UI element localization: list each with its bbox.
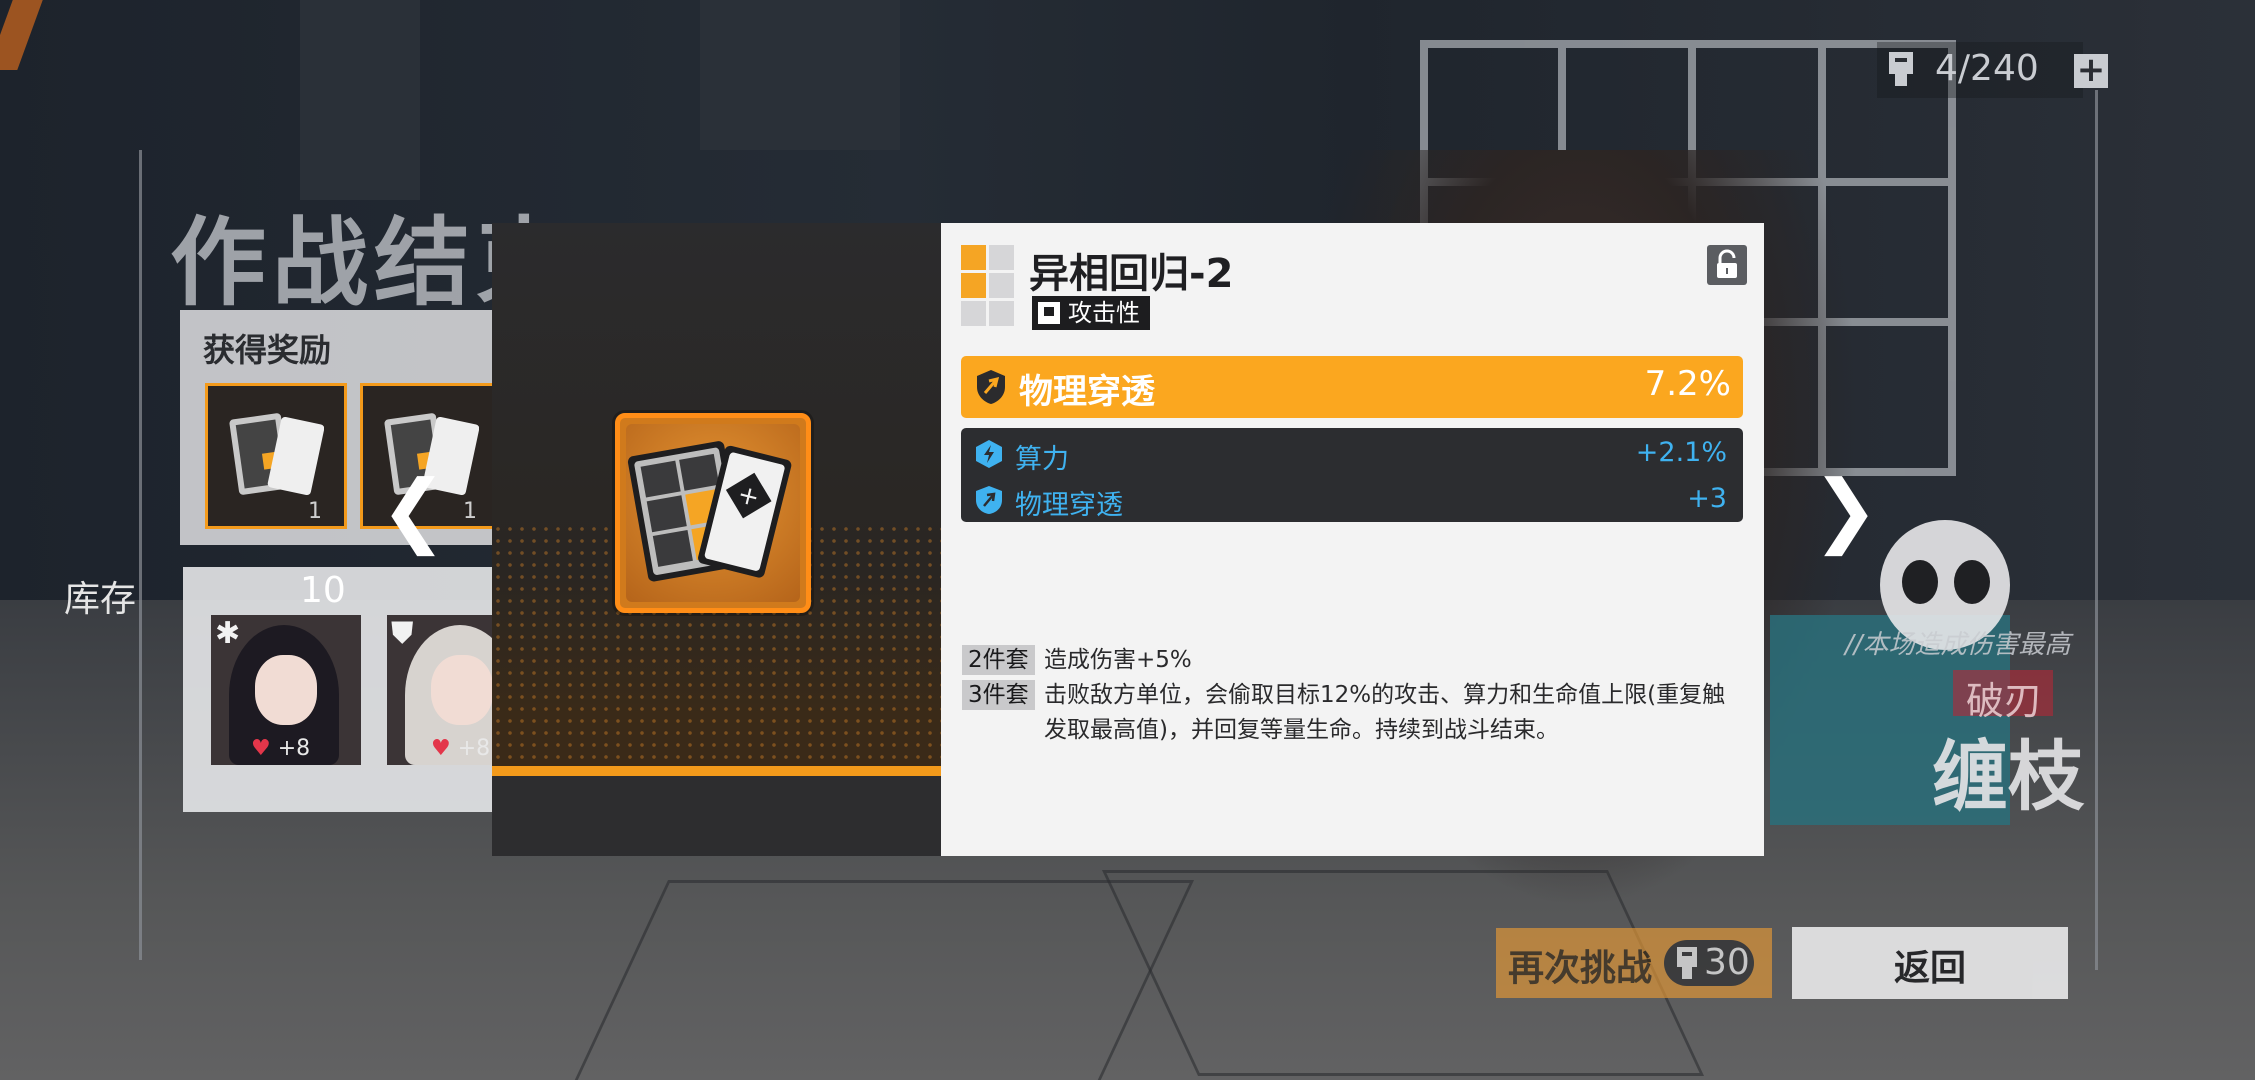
item-type-tag: 攻击性 bbox=[1032, 296, 1150, 330]
set-bonus-row: 2件套 造成伤害+5% bbox=[962, 643, 1192, 678]
asterisk-icon: ✱ bbox=[215, 616, 241, 651]
sub-stat-name: 物理穿透 bbox=[1015, 490, 1123, 521]
reward-item[interactable]: 1 bbox=[205, 383, 347, 529]
lock-toggle-button[interactable] bbox=[1707, 245, 1747, 285]
reward-count: 1 bbox=[463, 499, 477, 524]
item-name: 异相回归-2 bbox=[1029, 251, 1234, 297]
set-bonus-text: 造成伤害+5% bbox=[1044, 647, 1192, 673]
mvp-name: 缠枝 bbox=[1932, 732, 2084, 821]
heart-icon: ♥ bbox=[251, 736, 271, 761]
set-bonus-badge: 3件套 bbox=[962, 680, 1035, 710]
mvp-caption: //本场造成伤害最高 bbox=[1845, 630, 2071, 660]
main-stat-bar: 物理穿透 7.2% bbox=[961, 356, 1743, 418]
set-bonus-row: 3件套 击败敌方单位，会偷取目标12%的攻击、算力和生命值上限(重复触发取最高值… bbox=[962, 678, 1725, 743]
rewards-label: 获得奖励 bbox=[203, 331, 332, 369]
item-type: 攻击性 bbox=[1068, 299, 1140, 327]
flag-icon bbox=[1038, 302, 1060, 324]
battery-icon bbox=[1677, 947, 1697, 979]
affinity-value: +8 bbox=[277, 736, 311, 761]
add-stamina-button[interactable]: + bbox=[2074, 53, 2108, 88]
stock-value: 10 bbox=[300, 570, 346, 611]
affinity-badge: ♥ +8 bbox=[251, 736, 310, 761]
set-bonus-badge: 2件套 bbox=[962, 645, 1035, 675]
sub-stat-value: +3 bbox=[1687, 483, 1727, 514]
item-detail-panel: 异相回归-2 攻击性 物理穿透 7.2% 算力 +2.1% 物理穿透 +3 2件… bbox=[941, 223, 1764, 856]
affinity-value: +8 bbox=[457, 736, 491, 761]
chip-item-icon: + bbox=[627, 441, 792, 582]
physical-penetration-icon bbox=[977, 370, 1005, 404]
item-image-frame: + bbox=[615, 413, 811, 613]
main-stat-name: 物理穿透 bbox=[1019, 372, 1155, 412]
item-preview-panel: + bbox=[492, 223, 942, 856]
frame-line-left bbox=[139, 150, 142, 960]
stock-bar bbox=[492, 776, 942, 856]
retry-cost: 30 bbox=[1664, 940, 1754, 986]
retry-cost-value: 30 bbox=[1704, 942, 1750, 983]
stamina-counter: 4/240 + bbox=[1877, 42, 2108, 98]
unlock-icon bbox=[1717, 249, 1737, 278]
stock-label: 库存 bbox=[64, 579, 137, 620]
stamina-value: 4/240 bbox=[1935, 48, 2039, 89]
set-bonus-text: 击败敌方单位，会偷取目标12%的攻击、算力和生命值上限(重复触发取最高值)，并回… bbox=[1044, 682, 1726, 743]
retry-label: 再次挑战 bbox=[1508, 948, 1653, 989]
prev-item-button[interactable]: ❮ bbox=[380, 462, 447, 558]
main-stat-value: 7.2% bbox=[1644, 364, 1731, 404]
next-item-button[interactable]: ❯ bbox=[1812, 462, 1879, 558]
panel-accent-strip bbox=[492, 766, 942, 776]
battery-icon bbox=[1889, 52, 1913, 86]
compute-power-icon bbox=[976, 440, 1002, 468]
sub-stat-row: 物理穿透 +3 bbox=[961, 478, 1743, 521]
character-card[interactable]: ⛊ ♥ +8 bbox=[387, 615, 497, 765]
back-label: 返回 bbox=[1893, 948, 1966, 989]
reward-count: 1 bbox=[308, 499, 322, 524]
chip-icon bbox=[229, 413, 324, 496]
physical-penetration-icon bbox=[976, 486, 1002, 514]
floor-hex bbox=[571, 880, 1195, 1080]
background-pillar bbox=[300, 0, 420, 200]
heart-icon: ♥ bbox=[431, 736, 451, 761]
retry-button[interactable]: 再次挑战 30 bbox=[1496, 928, 1772, 998]
frame-line-right bbox=[2095, 90, 2098, 970]
back-button[interactable]: 返回 bbox=[1792, 927, 2068, 999]
character-card[interactable]: ✱ ♥ +8 bbox=[211, 615, 361, 765]
sub-stat-row: 算力 +2.1% bbox=[961, 432, 1743, 475]
shield-tag-icon: ⛊ bbox=[391, 616, 414, 651]
affinity-badge: ♥ +8 bbox=[431, 736, 490, 761]
sub-stats-panel: 算力 +2.1% 物理穿透 +3 bbox=[961, 428, 1743, 522]
background-pillar bbox=[700, 0, 900, 150]
sub-stat-name: 算力 bbox=[1015, 444, 1069, 475]
sub-stat-value: +2.1% bbox=[1635, 437, 1727, 468]
set-slot-icon bbox=[961, 245, 1017, 331]
